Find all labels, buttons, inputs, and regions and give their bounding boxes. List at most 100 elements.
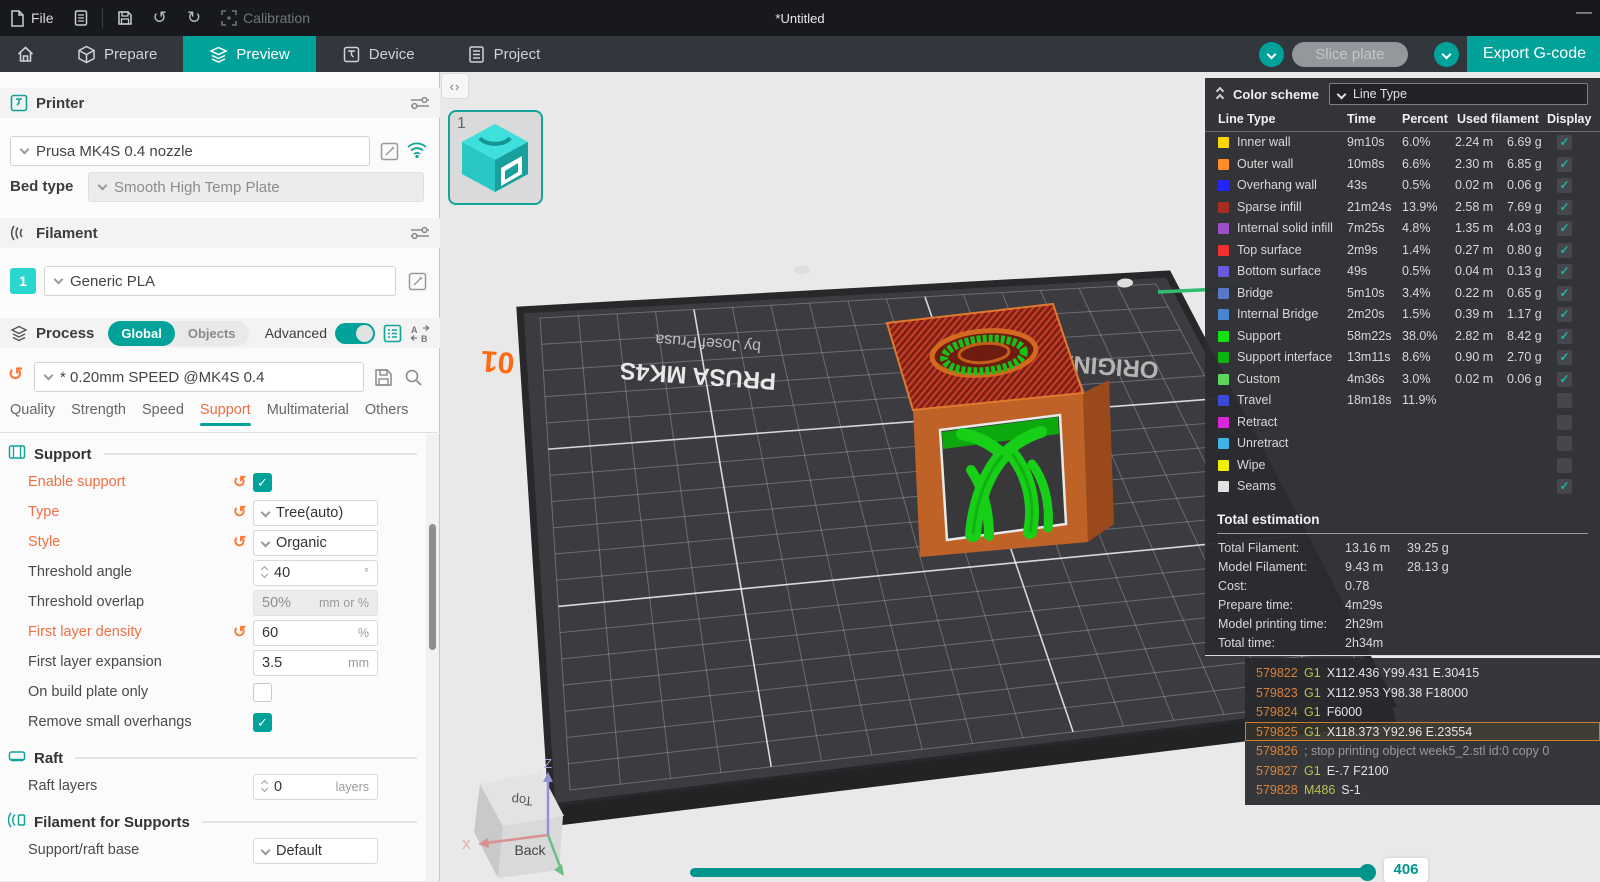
process-preset-select[interactable]: * 0.20mm SPEED @MK4S 0.4 xyxy=(34,362,364,392)
plate-thumbnail-number: 1 xyxy=(457,115,466,132)
scrollbar-thumb[interactable] xyxy=(429,524,436,650)
export-gcode-button[interactable]: Export G-code xyxy=(1466,36,1600,72)
gcode-line[interactable]: 579828 M486 S-1 xyxy=(1245,780,1600,800)
display-checkbox[interactable]: ✓ xyxy=(1557,156,1572,172)
display-checkbox[interactable] xyxy=(1557,436,1572,451)
display-checkbox[interactable]: ✓ xyxy=(1557,264,1572,279)
undo-icon[interactable]: ↺ xyxy=(233,502,246,522)
display-checkbox[interactable]: ✓ xyxy=(1557,199,1572,215)
gcode-line[interactable]: 579825 G1 X118.373 Y92.96 E.23554 xyxy=(1245,721,1600,741)
tab-device[interactable]: Device xyxy=(316,36,441,72)
moves-slider-track[interactable] xyxy=(690,868,1368,877)
file-menu[interactable]: File xyxy=(0,0,64,36)
gcode-line[interactable]: 579824 G1 F6000 xyxy=(1245,702,1600,722)
setting-input[interactable]: 0 layers xyxy=(253,774,378,800)
filament-slot-badge[interactable]: 1 xyxy=(10,268,36,294)
printer-preset-select[interactable]: Prusa MK4S 0.4 nozzle xyxy=(10,136,370,166)
line-type-used-m: 0.39 m xyxy=(1455,307,1494,321)
tab-preview[interactable]: Preview xyxy=(183,36,316,72)
display-checkbox[interactable] xyxy=(1557,414,1572,430)
line-type-name: Seams xyxy=(1237,479,1276,493)
export-options-dropdown[interactable] xyxy=(1433,41,1459,67)
slice-plate-button[interactable]: Slice plate xyxy=(1291,41,1408,67)
process-tab-support[interactable]: Support xyxy=(199,402,251,426)
plate-thumbnail[interactable]: 1 xyxy=(448,110,543,205)
home-button[interactable] xyxy=(0,36,51,72)
notes-button[interactable] xyxy=(64,0,98,36)
display-checkbox[interactable]: ✓ xyxy=(1557,221,1572,236)
chevron-down-icon xyxy=(19,144,30,155)
compare-ab-icon[interactable]: AB xyxy=(410,324,430,343)
view-mode-select[interactable]: Line Type xyxy=(1328,83,1588,105)
tab-project[interactable]: Project xyxy=(441,36,567,72)
filament-preset-select[interactable]: Generic PLA xyxy=(44,266,396,296)
minimize-button[interactable]: — xyxy=(1576,4,1592,22)
setting-unit: % xyxy=(357,626,369,640)
setting-select[interactable]: Tree(auto) xyxy=(253,500,378,526)
tune-icon[interactable] xyxy=(410,94,430,112)
printer-edit-button[interactable] xyxy=(378,140,400,162)
preset-undo-icon[interactable]: ↺ xyxy=(8,364,23,385)
collapse-panel-button[interactable] xyxy=(1215,86,1225,102)
spinner-arrows-icon[interactable] xyxy=(260,565,269,579)
printer-connection-button[interactable] xyxy=(406,138,428,160)
process-tab-multimaterial[interactable]: Multimaterial xyxy=(267,402,349,426)
setting-input[interactable]: 50% mm or % xyxy=(253,590,378,616)
process-tab-quality[interactable]: Quality xyxy=(10,402,55,426)
setting-checkbox[interactable]: ✓ xyxy=(253,713,272,732)
setting-input[interactable]: 3.5 mm xyxy=(253,650,378,676)
setting-select[interactable]: Default xyxy=(253,838,378,864)
bed-type-select[interactable]: Smooth High Temp Plate xyxy=(88,172,424,202)
display-checkbox[interactable]: ✓ xyxy=(1557,479,1572,494)
undo-icon[interactable]: ↺ xyxy=(233,472,246,492)
display-checkbox[interactable]: ✓ xyxy=(1557,285,1572,301)
segment-global[interactable]: Global xyxy=(108,320,175,346)
process-tab-others[interactable]: Others xyxy=(365,402,409,426)
setting-checkbox[interactable] xyxy=(253,683,272,702)
display-checkbox[interactable]: ✓ xyxy=(1557,178,1572,193)
model-right-face xyxy=(1083,380,1114,542)
process-tab-strength[interactable]: Strength xyxy=(71,402,126,426)
redo-button[interactable]: ↻ xyxy=(177,0,211,36)
tab-prepare[interactable]: Prepare xyxy=(51,36,183,72)
display-checkbox[interactable] xyxy=(1557,457,1572,473)
display-checkbox[interactable]: ✓ xyxy=(1557,350,1572,365)
setting-input[interactable]: 40 ° xyxy=(253,560,378,586)
display-checkbox[interactable] xyxy=(1557,393,1572,408)
process-tab-speed[interactable]: Speed xyxy=(142,402,184,426)
tune-icon[interactable] xyxy=(410,224,430,242)
slice-options-dropdown[interactable] xyxy=(1258,41,1284,67)
moves-slider-handle[interactable] xyxy=(1359,864,1376,881)
parameter-list-icon[interactable] xyxy=(383,324,402,343)
nav-cube[interactable]: Top Back Z X xyxy=(462,756,564,878)
undo-icon[interactable]: ↺ xyxy=(233,532,246,552)
advanced-toggle[interactable] xyxy=(335,322,375,344)
edit-icon xyxy=(408,272,426,290)
display-checkbox[interactable]: ✓ xyxy=(1557,328,1572,344)
filament-section-title: Filament xyxy=(36,224,98,242)
display-checkbox[interactable]: ✓ xyxy=(1557,242,1572,258)
save-button[interactable] xyxy=(107,0,143,36)
settings-scrollbar[interactable] xyxy=(426,434,439,881)
gcode-line[interactable]: 579823 G1 X112.953 Y98.38 F18000 xyxy=(1245,683,1600,703)
spinner-arrows-icon[interactable] xyxy=(260,779,269,793)
preset-search-button[interactable] xyxy=(402,366,424,388)
display-checkbox[interactable]: ✓ xyxy=(1557,135,1572,150)
line-type-row: Top surface 2m9s 1.4% 0.27 m 0.80 g ✓ xyxy=(1205,240,1600,262)
undo-button[interactable]: ↺ xyxy=(143,0,177,36)
setting-input[interactable]: 60% xyxy=(253,620,378,646)
setting-select[interactable]: Organic xyxy=(253,530,378,556)
segment-objects[interactable]: Objects xyxy=(175,321,249,346)
gcode-line[interactable]: 579827 G1 E-.7 F2100 xyxy=(1245,761,1600,781)
undo-icon[interactable]: ↺ xyxy=(233,622,246,642)
calibration-button[interactable]: Calibration xyxy=(211,0,320,36)
filament-edit-button[interactable] xyxy=(406,270,428,292)
preset-save-button[interactable] xyxy=(372,366,394,388)
collapse-sidebar-button[interactable]: ‹› xyxy=(441,73,469,99)
gcode-viewer[interactable]: 579822 G1 X112.436 Y99.431 E.30415 579823 G1… xyxy=(1245,658,1600,805)
display-checkbox[interactable]: ✓ xyxy=(1557,371,1572,387)
display-checkbox[interactable]: ✓ xyxy=(1557,307,1572,322)
setting-checkbox[interactable]: ✓ xyxy=(253,473,272,492)
gcode-line[interactable]: 579822 G1 X112.436 Y99.431 E.30415 xyxy=(1245,663,1600,683)
gcode-line[interactable]: 579826 ; stop printing object week5_2.stl… xyxy=(1245,741,1600,761)
